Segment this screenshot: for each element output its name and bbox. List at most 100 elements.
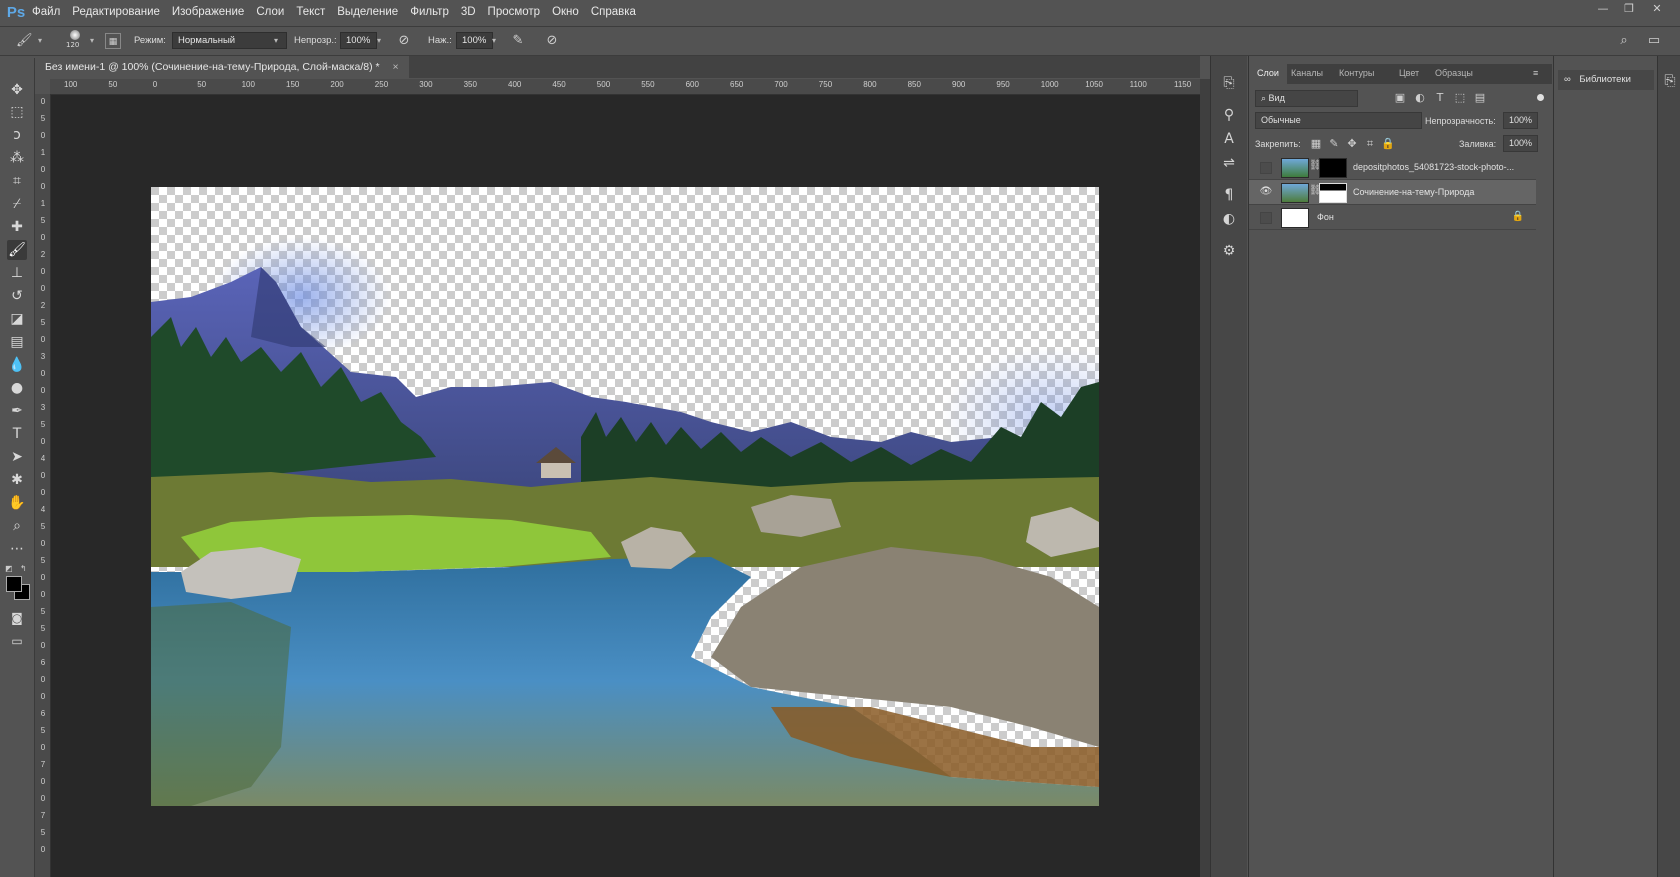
visibility-toggle-off[interactable]	[1260, 212, 1272, 224]
history-panel-icon[interactable]: ⎘	[1220, 74, 1238, 92]
filter-adjustment-icon[interactable]: ◐	[1413, 91, 1427, 105]
lock-all-icon[interactable]: 🔒	[1381, 137, 1395, 151]
foreground-color-swatch[interactable]	[6, 576, 22, 592]
screen-mode-icon[interactable]: ▭	[7, 631, 27, 651]
layer-mask-thumbnail[interactable]	[1319, 158, 1347, 178]
custom-shape-tool-icon[interactable]: ✱	[7, 470, 27, 490]
link-icon[interactable]: ⛓	[1309, 160, 1322, 171]
link-icon[interactable]: ⛓	[1309, 185, 1322, 196]
panel-menu-icon[interactable]: ≡	[1533, 68, 1538, 78]
restore-icon[interactable]: ❐	[1620, 2, 1638, 16]
layer-filter-select[interactable]: ⌕ Вид	[1255, 90, 1358, 107]
menu-select[interactable]: Выделение	[337, 6, 398, 18]
menu-help[interactable]: Справка	[591, 6, 636, 18]
menu-text[interactable]: Текст	[296, 6, 325, 18]
brush-settings-icon[interactable]: ⚲	[1220, 106, 1238, 124]
workspace-icon[interactable]: ▭	[1646, 33, 1662, 49]
layer-name: depositphotos_54081723-stock-photo-...	[1353, 162, 1515, 172]
tab-channels[interactable]: Каналы	[1291, 68, 1323, 78]
hand-tool-icon[interactable]: ✋	[7, 493, 27, 513]
opacity-input[interactable]: 100%	[340, 32, 377, 49]
filter-type-icon[interactable]: T	[1433, 91, 1447, 105]
filter-pixel-icon[interactable]: ▣	[1393, 91, 1407, 105]
menu-filter[interactable]: Фильтр	[410, 6, 449, 18]
menu-view[interactable]: Просмотр	[488, 6, 541, 18]
visibility-toggle-off[interactable]	[1260, 162, 1272, 174]
menu-window[interactable]: Окно	[552, 6, 579, 18]
tool-preset-dropdown-icon[interactable]: ▾	[34, 32, 46, 49]
search-icon[interactable]: ⌕	[1616, 33, 1632, 49]
menu-3d[interactable]: 3D	[461, 6, 476, 18]
lasso-tool-icon[interactable]: ↄ	[7, 125, 27, 145]
layer-fill-input[interactable]: 100%	[1503, 135, 1538, 152]
stamp-tool-icon[interactable]: ⊥	[7, 263, 27, 283]
lock-position-icon[interactable]: ✥	[1345, 137, 1359, 151]
opacity-dropdown-icon[interactable]: ▾	[373, 32, 385, 49]
lock-image-icon[interactable]: ✎	[1327, 137, 1341, 151]
swap-colors-icon[interactable]: ↰	[20, 564, 27, 573]
history-brush-tool-icon[interactable]: ↺	[7, 286, 27, 306]
eye-icon[interactable]: 👁	[1259, 185, 1273, 199]
menu-image[interactable]: Изображение	[172, 6, 244, 18]
magic-wand-tool-icon[interactable]: ⁂	[7, 148, 27, 168]
blend-mode-select[interactable]: Обычные	[1255, 112, 1422, 129]
zoom-tool-icon[interactable]: ⌕	[7, 516, 27, 536]
lock-artboard-icon[interactable]: ⌗	[1363, 137, 1377, 151]
move-tool-icon[interactable]: ✥	[7, 80, 27, 100]
filter-smart-object-icon[interactable]: ▤	[1473, 91, 1487, 105]
airbrush-icon[interactable]: ✎	[510, 33, 526, 49]
libraries-button[interactable]: ∞ Библиотеки	[1558, 70, 1654, 90]
type-tool-icon[interactable]: T	[7, 424, 27, 444]
tab-paths[interactable]: Контуры	[1339, 68, 1374, 78]
pressure-dropdown-icon[interactable]: ▾	[488, 32, 500, 49]
tab-color[interactable]: Цвет	[1399, 68, 1419, 78]
properties-icon[interactable]: ◐	[1220, 210, 1238, 228]
layer-opacity-input[interactable]: 100%	[1503, 112, 1538, 129]
quick-mask-icon[interactable]: ◙	[7, 608, 27, 628]
brush-tool-icon[interactable]: 🖌	[16, 33, 33, 49]
character-panel-icon[interactable]: A	[1220, 130, 1238, 148]
eraser-tool-icon[interactable]: ◪	[7, 309, 27, 329]
pen-tool-icon[interactable]: ✒	[7, 401, 27, 421]
close-window-icon[interactable]: ✕	[1648, 2, 1666, 16]
mode-dropdown-icon[interactable]: ▾	[270, 32, 282, 49]
document-tab[interactable]: Без имени-1 @ 100% (Сочинение-на-тему-Пр…	[35, 56, 409, 78]
brush-size-dropdown-icon[interactable]: ▾	[86, 32, 98, 49]
document-canvas[interactable]	[151, 187, 1099, 806]
tab-swatches[interactable]: Образцы	[1435, 68, 1473, 78]
brush-panel-toggle-icon[interactable]: ▦	[105, 33, 121, 49]
tab-layers[interactable]: Слои	[1257, 68, 1279, 78]
info-panel-icon[interactable]: ⚙	[1220, 242, 1238, 260]
path-selection-tool-icon[interactable]: ➤	[7, 447, 27, 467]
default-colors-icon[interactable]: ◩	[5, 564, 13, 573]
marquee-tool-icon[interactable]: ⬚	[7, 102, 27, 122]
layer-mask-thumbnail[interactable]	[1319, 183, 1347, 203]
brush-preset-picker[interactable]: 120	[64, 29, 86, 51]
pressure-size-icon[interactable]: ⊘	[544, 33, 560, 49]
close-tab-icon[interactable]: ×	[393, 61, 399, 73]
pressure-opacity-icon[interactable]: ⊘	[396, 33, 412, 49]
brush-tool-icon[interactable]: 🖌	[7, 240, 27, 260]
layer-row[interactable]: Фон 🔒	[1249, 205, 1536, 230]
ruler-tick-label: 4	[40, 454, 46, 463]
layer-row-selected[interactable]: 👁 ⛓ Сочинение-на-тему-Природа	[1249, 180, 1536, 205]
paragraph-panel-icon[interactable]: ¶	[1220, 186, 1238, 204]
healing-brush-tool-icon[interactable]: ✚	[7, 217, 27, 237]
filter-shape-icon[interactable]: ⬚	[1453, 91, 1467, 105]
menu-edit[interactable]: Редактирование	[72, 6, 160, 18]
more-tools-icon[interactable]: ⋯	[7, 539, 27, 559]
dodge-tool-icon[interactable]: ●	[7, 378, 27, 398]
menu-layers[interactable]: Слои	[256, 6, 284, 18]
libraries-panel-icon[interactable]: ⎘	[1661, 72, 1679, 90]
vertical-scrollbar[interactable]	[1200, 79, 1210, 877]
filter-toggle-icon[interactable]	[1537, 94, 1544, 101]
lock-transparent-icon[interactable]: ▦	[1309, 137, 1323, 151]
crop-tool-icon[interactable]: ⌗	[7, 171, 27, 191]
blur-tool-icon[interactable]: 💧	[7, 355, 27, 375]
menu-file[interactable]: Файл	[32, 6, 60, 18]
adjustments-icon[interactable]: ⇌	[1220, 154, 1238, 172]
layer-row[interactable]: ⛓ depositphotos_54081723-stock-photo-...	[1249, 155, 1536, 180]
minimize-icon[interactable]: —	[1594, 2, 1612, 16]
gradient-tool-icon[interactable]: ▤	[7, 332, 27, 352]
eyedropper-tool-icon[interactable]: ⌿	[7, 194, 27, 214]
